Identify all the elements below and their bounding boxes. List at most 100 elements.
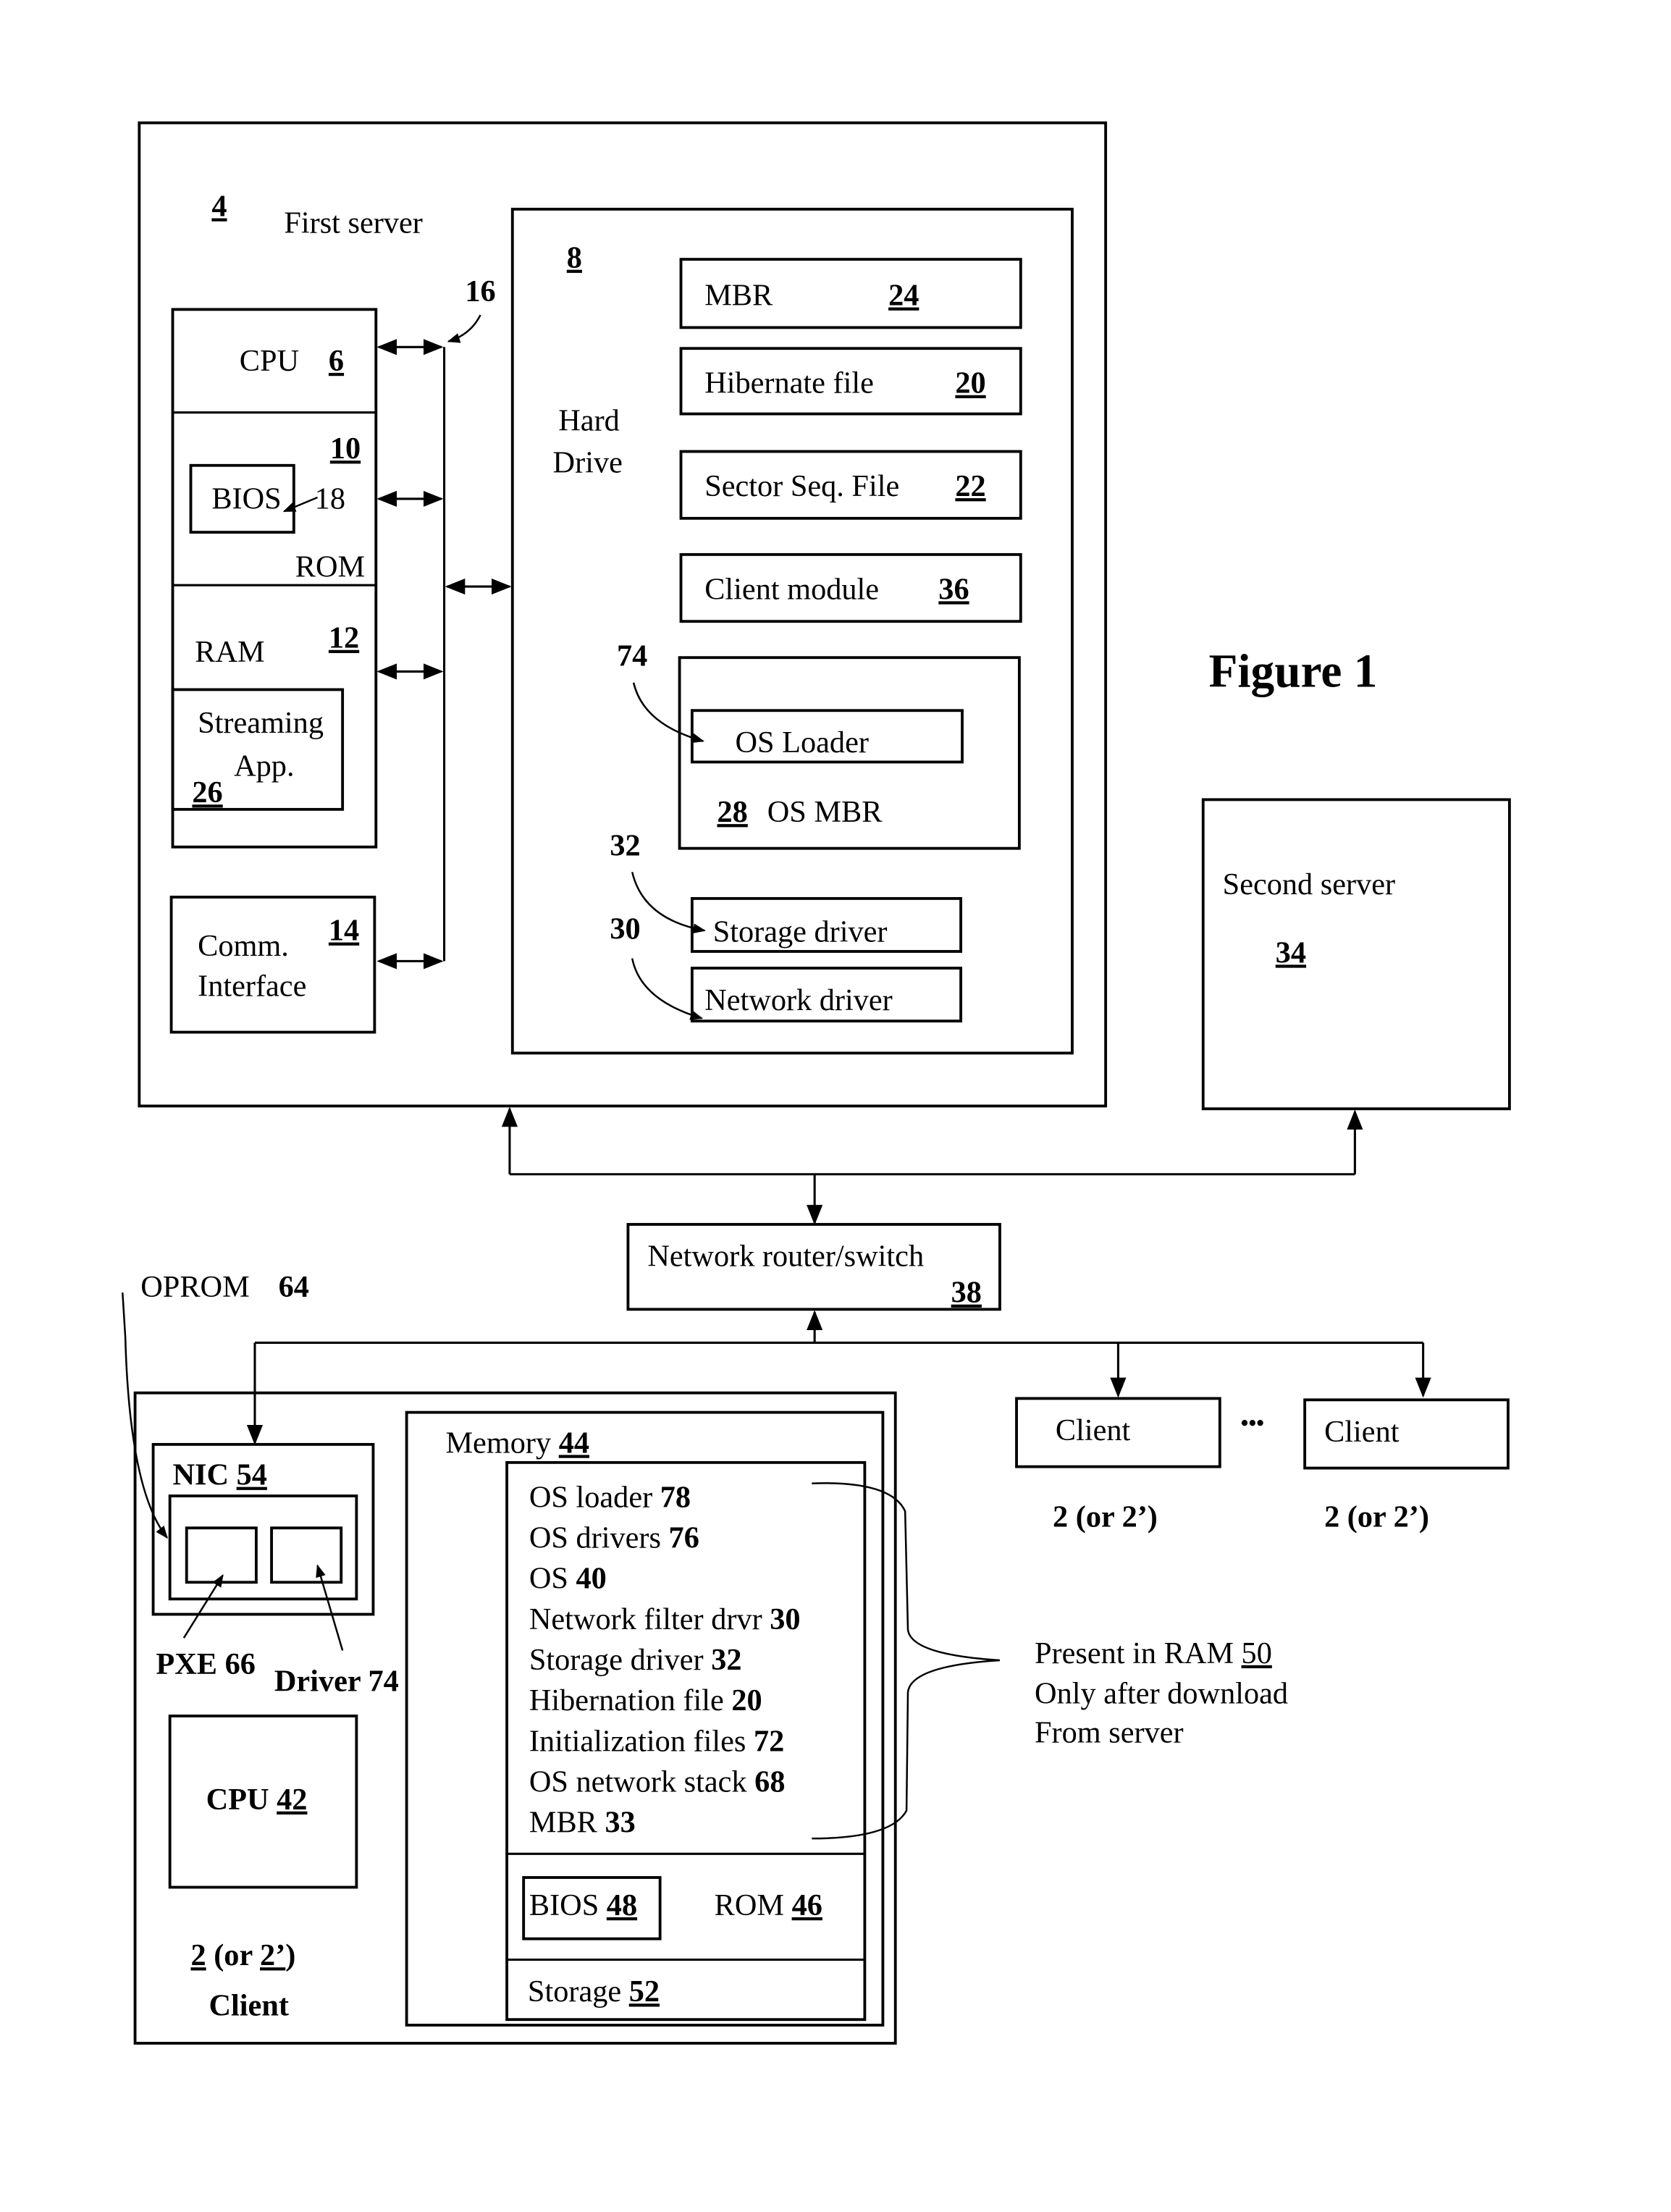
oprom-ref: 64 — [279, 1270, 309, 1304]
bios-ref: 18 — [315, 481, 345, 516]
first-server-label: First server — [284, 206, 422, 240]
hard-drive-line1: Hard — [558, 404, 620, 438]
client-storage: Storage 52 — [528, 1975, 660, 2009]
oprom-label: OPROM — [140, 1270, 249, 1304]
network-driver-ref: 30 — [610, 912, 640, 946]
storage-driver-pointer-arrow — [631, 872, 706, 934]
client-label: Client — [1056, 1413, 1131, 1447]
second-server-box — [1201, 798, 1511, 1111]
ram-item: OS drivers 76 — [529, 1521, 699, 1555]
hard-drive-line2: Drive — [553, 445, 623, 479]
nic: NIC 54 PXE 66 Driver 74 — [151, 1442, 399, 1698]
os-loader-ref: 74 — [617, 639, 647, 673]
ram-item: OS network stack 68 — [529, 1765, 786, 1799]
streaming-app-ref: 26 — [192, 775, 222, 809]
clients-ellipsis: ••• — [1241, 1411, 1264, 1436]
os-mbr: OS Loader 74 28 OS MBR — [617, 639, 1021, 850]
ram-annotation: Present in RAM 50 Only after download Fr… — [1035, 1636, 1288, 1750]
ram-item: Initialization files 72 — [529, 1724, 784, 1758]
hd-item-label: Sector Seq. File — [704, 469, 899, 503]
ram-ref: 12 — [329, 621, 359, 655]
figure-title: Figure 1 — [1208, 646, 1377, 698]
client-cpu: CPU 42 — [168, 1714, 358, 1889]
comm-line1: Comm. — [198, 929, 289, 963]
client-name: Client — [209, 1988, 289, 2022]
hd-item-ref: 22 — [955, 469, 985, 503]
hd-item-client-module: Client module 36 — [679, 552, 1022, 623]
hd-item-ref: 20 — [955, 366, 985, 400]
comm-ref: 14 — [329, 914, 359, 948]
comm-interface-block: Comm. Interface 14 — [169, 896, 376, 1034]
bios-label: BIOS — [211, 481, 281, 516]
bus-ref: 16 — [465, 274, 495, 308]
hd-item-label: Hibernate file — [704, 366, 874, 400]
ram-item: Network filter drvr 30 — [529, 1602, 801, 1636]
first-server: 4 First server CPU 6 10 BIOS 18 ROM RAM … — [138, 121, 1108, 1108]
pxe-box — [185, 1526, 258, 1584]
oprom-pointer-arrow — [122, 1292, 168, 1539]
second-server: Second server 34 — [1201, 798, 1511, 1111]
router-ref: 38 — [951, 1276, 982, 1310]
streaming-app-line1: Streaming — [198, 706, 324, 740]
hard-drive: 8 Hard Drive MBR 24 Hibernate file 20 Se… — [510, 207, 1074, 1055]
bus-pointer-arrow — [447, 314, 481, 343]
hard-drive-ref: 8 — [567, 241, 582, 275]
client-label: Client — [1324, 1415, 1399, 1449]
other-client-2: Client 2 (or 2’) — [1303, 1398, 1510, 1534]
client: OPROM 64 NIC 54 PXE 66 Driver 74 CPU 42 … — [122, 1270, 897, 2045]
figure-canvas: Figure 1 4 First server CPU 6 10 BIOS 18… — [122, 121, 1511, 2045]
storage-driver: Storage driver 32 — [610, 828, 963, 953]
ram-brace — [812, 1482, 1001, 1840]
annotation-line1: Present in RAM 50 — [1035, 1636, 1272, 1670]
router-label: Network router/switch — [647, 1240, 924, 1274]
client-storage-label: Storage 52 — [528, 1975, 660, 2009]
storage-driver-ref: 32 — [610, 828, 640, 862]
ram-item: Storage driver 32 — [529, 1643, 742, 1677]
client-ref: 2 (or 2’) — [190, 1938, 295, 1972]
ram-label: RAM — [195, 635, 264, 669]
annotation-line3: From server — [1035, 1715, 1184, 1749]
client-cpu-label: CPU 42 — [206, 1783, 308, 1817]
hd-item-label: MBR — [704, 279, 773, 313]
hd-item-mbr: MBR 24 — [679, 258, 1022, 329]
client-ref: 2 (or 2’) — [1324, 1500, 1429, 1534]
os-mbr-ref: 28 — [717, 795, 748, 829]
driver-pointer-arrow — [316, 1564, 344, 1651]
pxe-label: PXE 66 — [156, 1647, 255, 1681]
bios-pointer-arrow — [282, 496, 319, 513]
driver-box — [270, 1526, 343, 1584]
first-server-ref: 4 — [211, 189, 227, 223]
other-client-1: Client 2 (or 2’) — [1015, 1397, 1221, 1534]
network-driver-label: Network driver — [704, 983, 893, 1017]
hd-item-sector-seq-file: Sector Seq. File 22 — [679, 450, 1022, 520]
storage-driver-label: Storage driver — [713, 915, 888, 949]
cpu-ref: 6 — [329, 344, 344, 378]
ram-contents-list: OS loader 78 OS drivers 76 OS 40 Network fi… — [529, 1480, 801, 1839]
client-ref: 2 (or 2’) — [1053, 1500, 1158, 1534]
network-router: Network router/switch 38 — [626, 1223, 1001, 1311]
ram-item: MBR 33 — [529, 1806, 636, 1840]
cpu-label: CPU — [240, 344, 299, 378]
hd-item-label: Client module — [704, 572, 879, 606]
client-rom: BIOS 48 ROM 46 — [522, 1876, 822, 1940]
nic-label: NIC 54 — [172, 1458, 266, 1492]
ram-item: OS loader 78 — [529, 1480, 691, 1514]
ram-item: Hibernation file 20 — [529, 1683, 762, 1717]
annotation-line2: Only after download — [1035, 1677, 1288, 1711]
memory: Memory 44 OS loader 78 OS drivers 76 OS 40… — [405, 1410, 885, 2027]
driver-label: Driver 74 — [274, 1664, 399, 1698]
streaming-app-line2: App. — [234, 749, 294, 783]
hd-item-hibernate-file: Hibernate file 20 — [679, 347, 1022, 416]
memory-label: Memory 44 — [445, 1426, 589, 1460]
client-bios-label: BIOS 48 — [529, 1888, 637, 1922]
second-server-ref: 34 — [1276, 935, 1306, 970]
rom-ref: 10 — [330, 432, 361, 466]
rom-block: 10 BIOS 18 ROM — [189, 432, 365, 584]
ram-item: OS 40 — [529, 1562, 607, 1596]
os-mbr-label: OS MBR — [767, 795, 883, 829]
hd-item-ref: 36 — [938, 572, 969, 606]
comm-line2: Interface — [198, 970, 306, 1004]
cpu-block: CPU 6 — [240, 344, 344, 378]
ram-block: RAM 12 Streaming App. 26 — [171, 621, 359, 811]
second-server-label: Second server — [1223, 867, 1395, 901]
